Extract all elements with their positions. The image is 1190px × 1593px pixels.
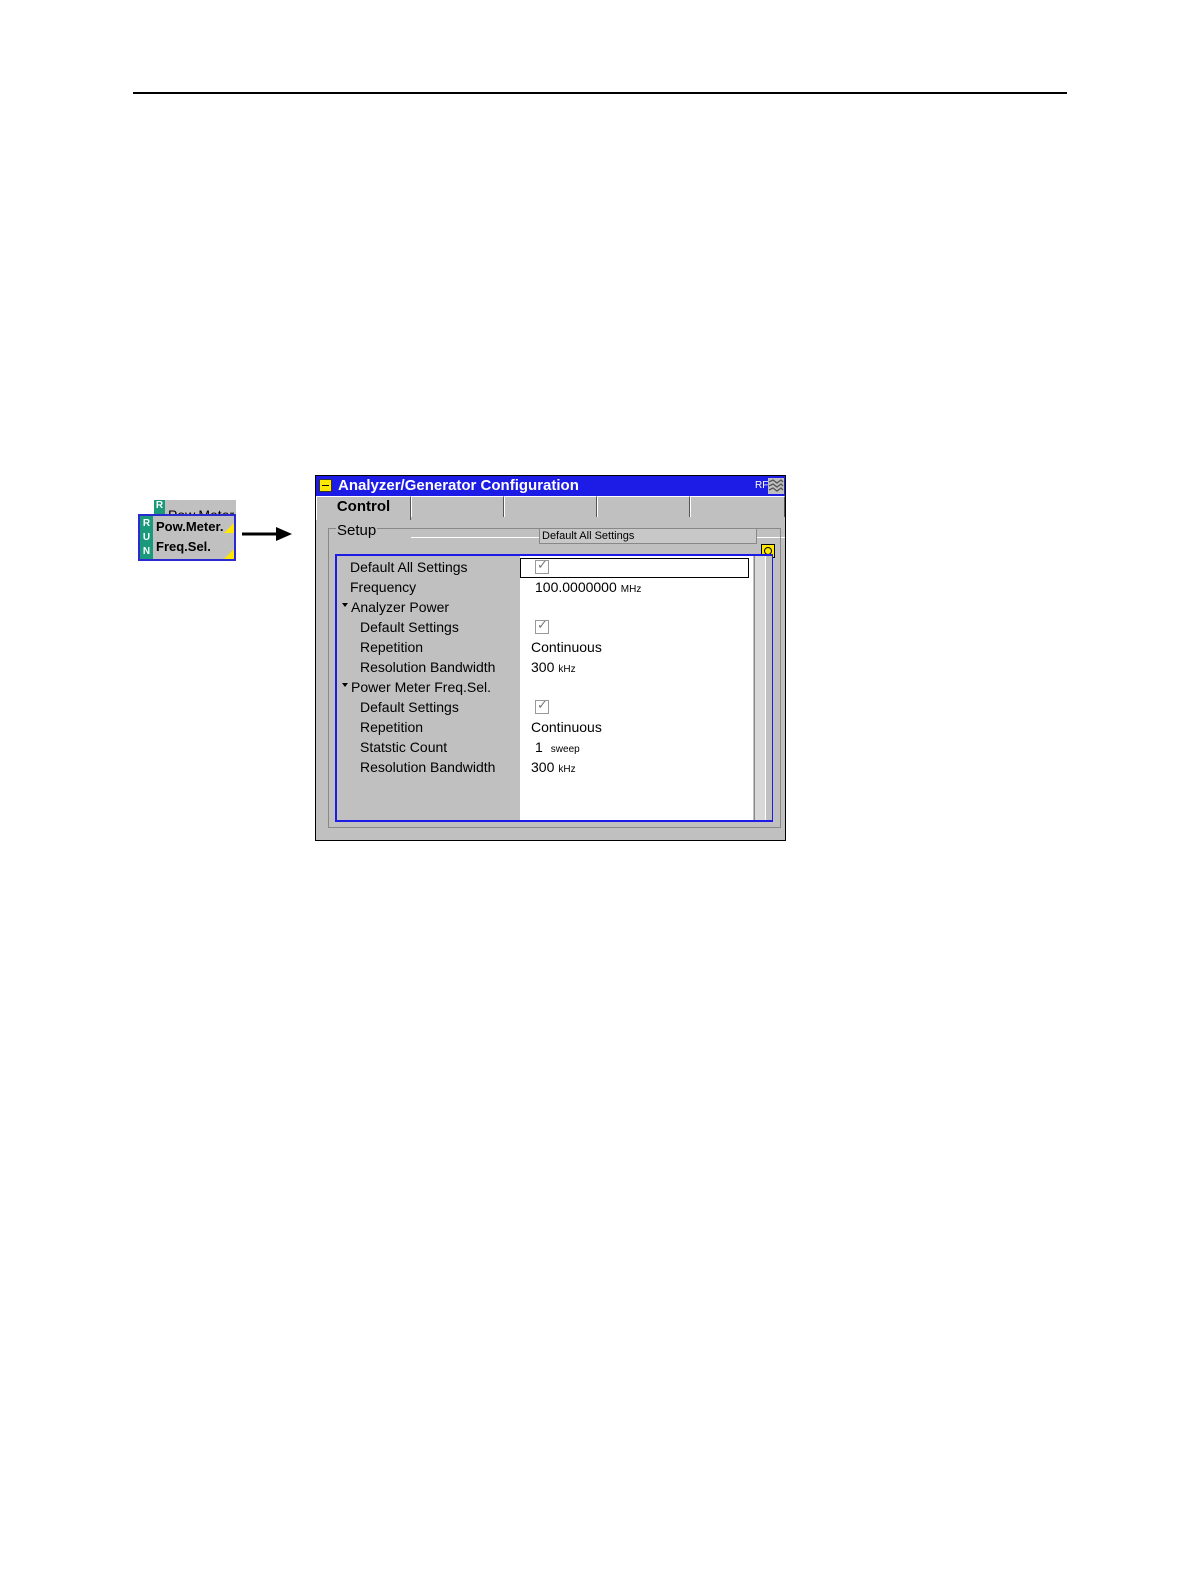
row-value[interactable]: Continuous xyxy=(531,639,602,655)
row-value[interactable]: 1 sweep xyxy=(535,739,580,755)
scrollbar[interactable] xyxy=(765,556,772,820)
arrow-right-icon xyxy=(242,527,292,541)
row-label: Frequency xyxy=(350,579,417,595)
value-text: 300 xyxy=(531,759,555,775)
group-label: Power Meter Freq.Sel. xyxy=(351,679,492,695)
selection-box xyxy=(520,558,749,578)
tree-row[interactable]: Default All Settings xyxy=(337,558,753,578)
tree-row[interactable]: Repetition Continuous xyxy=(337,638,753,658)
tree-row[interactable]: Default Settings xyxy=(337,618,753,638)
tab-3[interactable] xyxy=(504,496,597,517)
title-bar: Analyzer/Generator Configuration RF xyxy=(316,476,785,496)
tree-row[interactable]: Frequency 100.0000000 MHz xyxy=(337,578,753,598)
softkey-label-line2: Freq.Sel. xyxy=(156,539,211,554)
window-menu-icon[interactable] xyxy=(319,479,332,492)
value-unit: kHz xyxy=(558,764,576,775)
row-label: Default Settings xyxy=(360,699,459,715)
run-letter: R xyxy=(142,517,151,529)
tab-control[interactable]: Control xyxy=(316,496,411,520)
expand-arrow-icon[interactable] xyxy=(342,683,348,687)
row-value[interactable]: 100.0000000 MHz xyxy=(535,579,641,595)
tree-row[interactable]: Resolution Bandwidth 300 kHz xyxy=(337,658,753,678)
row-label: Repetition xyxy=(360,639,424,655)
scrollbar-track[interactable] xyxy=(754,556,765,820)
default-all-settings-button[interactable]: Default All Settings xyxy=(539,528,757,544)
row-label: Repetition xyxy=(360,719,424,735)
run-letter: N xyxy=(142,546,151,558)
run-indicator: R U N xyxy=(140,516,153,559)
settings-tree: Default All Settings Frequency 100.00000… xyxy=(335,554,773,822)
value-text: 300 xyxy=(531,659,555,675)
checkbox[interactable] xyxy=(535,618,549,634)
row-label: Resolution Bandwidth xyxy=(360,759,496,775)
row-label: Resolution Bandwidth xyxy=(360,659,496,675)
rf-wave-icon xyxy=(768,478,784,494)
hotkey-corner-icon xyxy=(224,549,234,559)
value-unit: MHz xyxy=(620,584,642,595)
row-label: Default Settings xyxy=(360,619,459,635)
row-value[interactable]: Continuous xyxy=(531,719,602,735)
setup-group-label: Setup xyxy=(336,522,378,539)
group-label: Analyzer Power xyxy=(351,599,450,615)
value-text: 1 xyxy=(535,739,543,755)
tree-row[interactable]: Resolution Bandwidth 300 kHz xyxy=(337,758,753,778)
config-window: Analyzer/Generator Configuration RF Cont… xyxy=(315,475,786,841)
row-label: Statstic Count xyxy=(360,739,448,755)
checkbox[interactable] xyxy=(535,698,549,714)
checkbox[interactable] xyxy=(535,558,549,574)
tree-row[interactable]: Repetition Continuous xyxy=(337,718,753,738)
tree-group-row[interactable]: Power Meter Freq.Sel. xyxy=(337,678,753,698)
page-header-rule xyxy=(133,92,1067,94)
hotkey-corner-icon xyxy=(224,523,234,533)
tab-5[interactable] xyxy=(690,496,785,517)
tree-group-row[interactable]: Analyzer Power xyxy=(337,598,753,618)
value-unit: sweep xyxy=(550,744,580,755)
tree-row[interactable]: Default Settings xyxy=(337,698,753,718)
value-unit: kHz xyxy=(558,664,576,675)
value-text: 100.0000000 xyxy=(535,579,617,595)
row-value[interactable]: 300 kHz xyxy=(531,659,576,675)
tree-row[interactable]: Statstic Count 1 sweep xyxy=(337,738,753,758)
row-value[interactable]: 300 kHz xyxy=(531,759,576,775)
expand-arrow-icon[interactable] xyxy=(342,603,348,607)
run-letter: U xyxy=(142,531,151,543)
row-label: Default All Settings xyxy=(350,559,468,575)
rf-label: RF xyxy=(755,480,769,491)
softkey-label-line1: Pow.Meter. xyxy=(156,519,224,534)
softkey-pow-meter-freq-sel[interactable]: R U N Pow.Meter. Freq.Sel. xyxy=(138,514,236,561)
window-title: Analyzer/Generator Configuration xyxy=(338,477,579,494)
tab-bar: Control xyxy=(316,496,785,538)
tab-4[interactable] xyxy=(597,496,690,517)
tab-2[interactable] xyxy=(411,496,504,517)
